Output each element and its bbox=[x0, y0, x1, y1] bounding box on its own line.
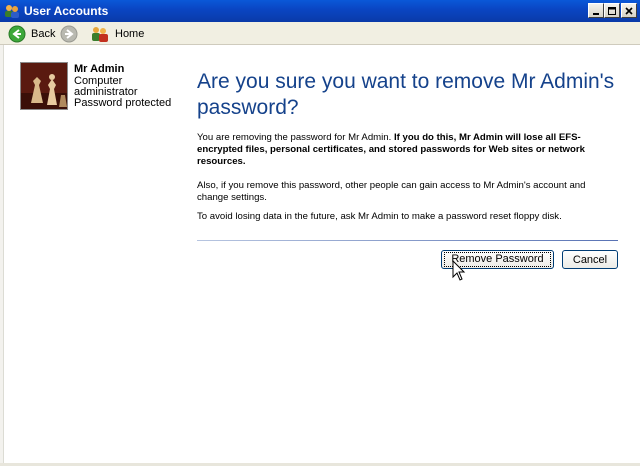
home-button[interactable]: Home bbox=[90, 24, 144, 43]
back-button[interactable]: Back bbox=[8, 24, 55, 43]
cancel-label: Cancel bbox=[572, 253, 608, 266]
page-heading: Are you sure you want to remove Mr Admin… bbox=[197, 70, 615, 119]
back-arrow-icon bbox=[8, 25, 26, 42]
access-warning-paragraph: Also, if you remove this password, other… bbox=[197, 180, 586, 203]
user-password-status: Password protected bbox=[74, 97, 172, 109]
maximize-button[interactable] bbox=[604, 3, 620, 18]
back-label: Back bbox=[31, 27, 56, 40]
minimize-button[interactable] bbox=[588, 3, 604, 18]
reset-disk-tip-paragraph: To avoid losing data in the future, ask … bbox=[197, 211, 562, 222]
user-name: Mr Admin bbox=[74, 63, 125, 75]
navigation-toolbar: Back Home bbox=[0, 22, 640, 45]
cancel-button[interactable]: Cancel bbox=[562, 250, 618, 269]
forward-button[interactable] bbox=[60, 24, 78, 43]
chess-pieces-picture bbox=[21, 63, 67, 109]
home-label: Home bbox=[115, 27, 145, 40]
minimize-icon bbox=[593, 12, 599, 15]
content-divider bbox=[197, 240, 618, 241]
mouse-cursor-icon bbox=[452, 260, 466, 281]
left-edge-strip bbox=[0, 45, 4, 466]
warning-intro-text: You are removing the password for Mr Adm… bbox=[197, 132, 394, 143]
warning-paragraph: You are removing the password for Mr Adm… bbox=[197, 132, 617, 168]
close-button[interactable] bbox=[621, 3, 637, 18]
maximize-icon bbox=[608, 6, 616, 15]
user-accounts-icon bbox=[4, 3, 20, 19]
user-avatar bbox=[20, 62, 68, 110]
window-title: User Accounts bbox=[24, 4, 109, 18]
close-icon bbox=[625, 6, 633, 15]
title-bar: User Accounts bbox=[0, 0, 640, 22]
forward-arrow-icon bbox=[60, 25, 78, 42]
home-users-icon bbox=[92, 26, 108, 42]
